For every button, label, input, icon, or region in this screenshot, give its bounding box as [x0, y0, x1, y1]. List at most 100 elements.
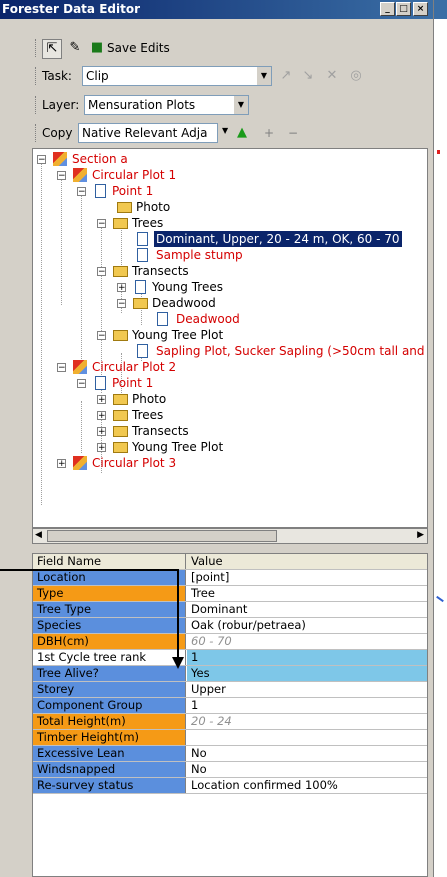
field-value[interactable]: Tree [187, 586, 427, 601]
layer-select[interactable]: Mensuration Plots ▼ [84, 95, 249, 115]
chevron-down-icon[interactable]: ▼ [222, 126, 228, 135]
field-name: Windsnapped [33, 762, 186, 777]
field-name: Excessive Lean [33, 746, 186, 761]
cut-polygon-icon[interactable]: ↘ [298, 67, 318, 85]
tree-node-label: Photo [132, 392, 167, 406]
collapse-icon[interactable]: − [77, 379, 86, 389]
attributes-icon[interactable]: ◎ [346, 67, 366, 85]
callout-line [0, 569, 179, 660]
field-value[interactable]: Upper [187, 682, 427, 697]
scroll-right-icon[interactable]: ▶ [417, 530, 424, 540]
collapse-icon[interactable]: − [97, 219, 106, 229]
minimize-icon[interactable]: _ [380, 2, 395, 16]
forester-data-editor-window: Forester Data Editor _ □ × ⇱ ✎ ■ Save Ed… [0, 0, 433, 877]
grid-row-component-group[interactable]: Component Group 1 [33, 698, 427, 714]
field-name: Total Height(m) [33, 714, 186, 729]
grid-row-windsnapped[interactable]: Windsnapped No [33, 762, 427, 778]
copy-select[interactable]: Native Relevant Adja [78, 123, 218, 143]
tree-node-label: Young Tree Plot [132, 328, 224, 342]
edit-tool-icon[interactable]: ⇱ [42, 39, 62, 59]
callout-arrow [0, 569, 184, 669]
folder-open-icon [133, 298, 148, 309]
collapse-icon[interactable]: − [37, 155, 46, 165]
tree-node-label: Sapling Plot, Sucker Sapling (>50cm tall… [156, 344, 428, 358]
field-name: Component Group [33, 698, 186, 713]
tree-line [81, 401, 82, 453]
save-edits-button[interactable]: Save Edits [107, 41, 170, 55]
plot-icon [73, 456, 87, 470]
document-icon [137, 232, 148, 246]
field-value[interactable]: No [187, 762, 427, 777]
folder-open-icon [113, 330, 128, 341]
expand-icon[interactable]: + [57, 459, 66, 469]
collapse-icon[interactable]: − [77, 187, 86, 197]
field-value[interactable]: Location confirmed 100% [187, 778, 427, 793]
layer-toolbar: Layer: Mensuration Plots ▼ [32, 93, 252, 117]
field-value[interactable]: 1 [187, 650, 427, 665]
field-value[interactable]: Dominant [187, 602, 427, 617]
copy-features-icon[interactable]: ▲ [232, 124, 252, 142]
save-icon[interactable]: ■ [87, 39, 107, 57]
delete-icon[interactable]: ✕ [322, 67, 342, 85]
title-bar[interactable]: Forester Data Editor _ □ × [0, 0, 433, 19]
tree-node-label: Transects [132, 264, 189, 278]
collapse-icon[interactable]: − [117, 299, 126, 309]
chevron-down-icon[interactable]: ▼ [257, 67, 271, 85]
close-icon[interactable]: × [413, 2, 428, 16]
tree-node-label: Trees [132, 408, 164, 422]
tree-node-label: Deadwood [176, 312, 240, 326]
plus-button[interactable]: + [264, 126, 274, 140]
chevron-down-icon[interactable]: ▼ [234, 96, 248, 114]
reshape-icon[interactable]: ↗ [276, 67, 296, 85]
grid-row-total-height[interactable]: Total Height(m) 20 - 24 [33, 714, 427, 730]
toolbar-grip[interactable] [35, 124, 39, 142]
expand-icon[interactable]: + [97, 395, 106, 405]
scroll-left-icon[interactable]: ◀ [35, 530, 42, 540]
collapse-icon[interactable]: − [57, 171, 66, 181]
feature-tree[interactable]: − Section a − Circular Plot 1 − Point 1 … [32, 148, 428, 528]
field-value[interactable]: No [187, 746, 427, 761]
maximize-icon[interactable]: □ [396, 2, 411, 16]
document-icon [137, 344, 148, 358]
field-value[interactable]: Oak (robur/petraea) [187, 618, 427, 633]
layer-label: Layer: [42, 98, 80, 112]
grid-row-resurvey-status[interactable]: Re-survey status Location confirmed 100% [33, 778, 427, 794]
collapse-icon[interactable]: − [97, 331, 106, 341]
copy-toolbar: Copy Native Relevant Adja ▼ ▲ + − [32, 121, 332, 145]
expand-icon[interactable]: + [97, 443, 106, 453]
tree-node-label: Circular Plot 3 [92, 456, 177, 470]
field-name: Re-survey status [33, 778, 186, 793]
grid-row-excessive-lean[interactable]: Excessive Lean No [33, 746, 427, 762]
document-icon [95, 184, 106, 198]
scroll-thumb[interactable] [47, 530, 277, 542]
toolbar-grip[interactable] [35, 67, 39, 85]
field-value[interactable]: Yes [187, 666, 427, 681]
task-value: Clip [86, 69, 109, 83]
toolbar-grip[interactable] [35, 39, 39, 57]
horizontal-scrollbar[interactable]: ◀ ▶ [32, 528, 428, 544]
expand-icon[interactable]: + [97, 411, 106, 421]
folder-icon [113, 394, 128, 405]
toolbar-grip[interactable] [35, 96, 39, 114]
tree-node-label: Sample stump [156, 248, 243, 262]
expand-icon[interactable]: + [117, 283, 126, 293]
field-value[interactable]: 1 [187, 698, 427, 713]
document-icon [95, 376, 106, 390]
field-value[interactable] [187, 730, 427, 745]
task-select[interactable]: Clip ▼ [82, 66, 272, 86]
field-value[interactable]: 20 - 24 [187, 714, 427, 729]
expand-icon[interactable]: + [97, 427, 106, 437]
tree-line [61, 177, 62, 305]
grid-row-storey[interactable]: Storey Upper [33, 682, 427, 698]
field-value[interactable]: [point] [187, 570, 427, 585]
value-header[interactable]: Value [187, 554, 427, 569]
collapse-icon[interactable]: − [57, 363, 66, 373]
background-window-edge [433, 0, 447, 877]
grid-row-timber-height[interactable]: Timber Height(m) [33, 730, 427, 746]
field-value[interactable]: 60 - 70 [187, 634, 427, 649]
sketch-tool-icon[interactable]: ✎ [65, 39, 85, 57]
collapse-icon[interactable]: − [97, 267, 106, 277]
plot-icon [73, 360, 87, 374]
tree-node-label: Point 1 [112, 184, 154, 198]
minus-button[interactable]: − [288, 126, 298, 140]
